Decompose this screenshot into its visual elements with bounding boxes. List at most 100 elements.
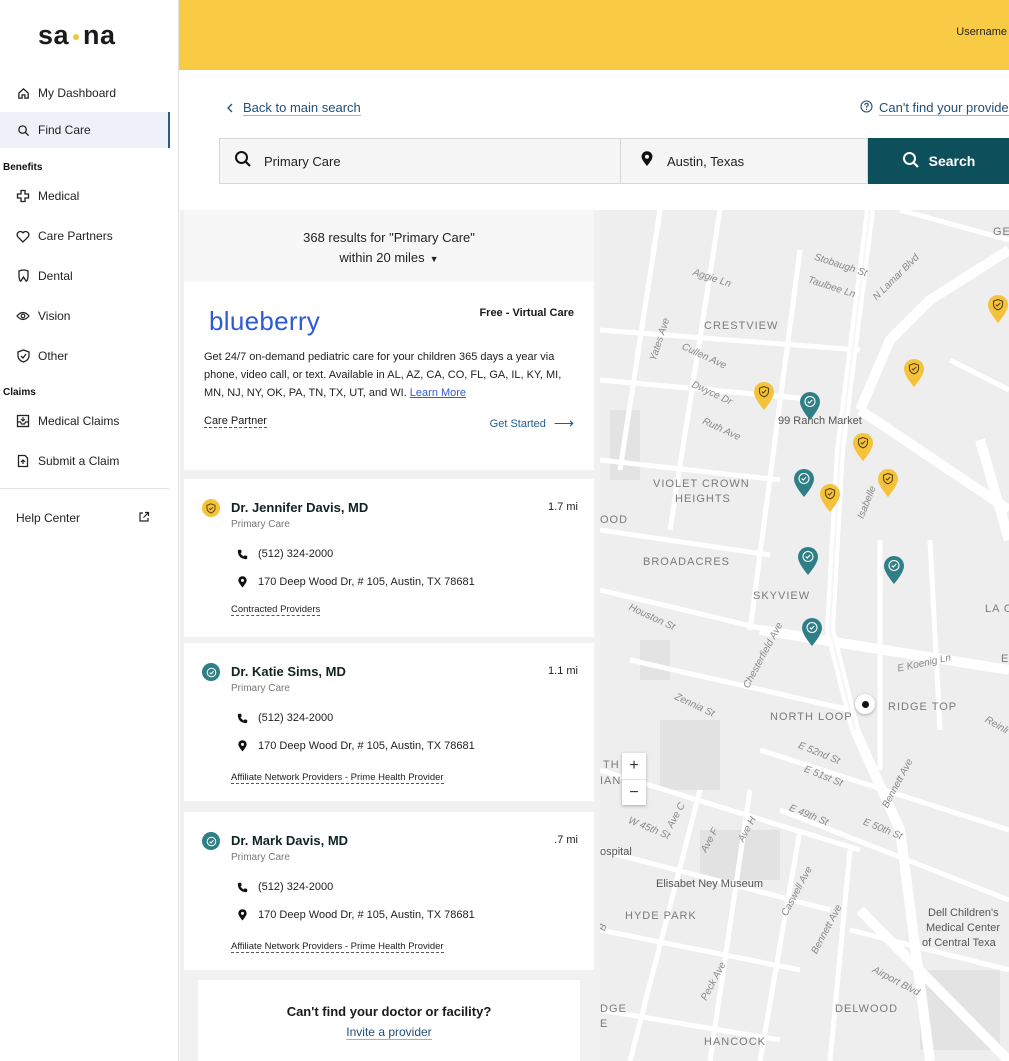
zoom-in-button[interactable]: + [622, 753, 646, 779]
sidebar-item-find-care[interactable]: Find Care [0, 112, 170, 148]
provider-card[interactable]: Dr. Jennifer Davis, MD Primary Care 1.7 … [184, 479, 594, 637]
chevron-left-icon [226, 101, 233, 116]
provider-distance: 1.7 mi [548, 501, 578, 513]
contracted-provider-marker[interactable] [819, 483, 841, 513]
phone-text: (512) 324-2000 [258, 712, 334, 724]
location-pin-icon [236, 909, 248, 921]
radius-dropdown[interactable]: within 20 miles ▼ [184, 248, 594, 269]
sidebar-item-dashboard[interactable]: My Dashboard [0, 75, 168, 111]
top-bar: Username [179, 0, 1009, 70]
search-icon [16, 123, 30, 137]
search-button[interactable]: Search [868, 138, 1009, 184]
map-label: GE [993, 226, 1009, 238]
affiliate-provider-marker[interactable] [793, 468, 815, 498]
sidebar-item-submit-claim[interactable]: Submit a Claim [0, 443, 168, 479]
provider-network-link[interactable]: Affiliate Network Providers - Prime Heal… [231, 941, 444, 953]
care-search-input[interactable] [264, 153, 564, 169]
heart-icon [16, 229, 30, 243]
sidebar-item-vision[interactable]: Vision [0, 298, 168, 334]
invite-question: Can't find your doctor or facility? [286, 1004, 492, 1019]
provider-name[interactable]: Dr. Jennifer Davis, MD [231, 500, 368, 515]
provider-phone[interactable]: (512) 324-2000 [236, 548, 333, 560]
phone-text: (512) 324-2000 [258, 548, 334, 560]
zoom-out-button[interactable]: − [622, 779, 646, 805]
map-label: HYDE PARK [625, 910, 697, 922]
provider-specialty: Primary Care [231, 852, 290, 863]
map-label: HEIGHTS [675, 493, 731, 505]
address-text: 170 Deep Wood Dr, # 105, Austin, TX 7868… [258, 576, 475, 588]
sidebar-item-medical[interactable]: Medical [0, 178, 168, 214]
results-panel[interactable]: 368 results for "Primary Care" within 20… [180, 210, 600, 1061]
location-input[interactable] [667, 153, 847, 169]
sidebar-item-medical-claims[interactable]: Medical Claims [0, 403, 168, 439]
cant-find-label: Can't find your provide [879, 100, 1009, 116]
contracted-badge-icon [202, 499, 220, 517]
provider-distance: 1.1 mi [548, 665, 578, 677]
radius-label: within 20 miles [339, 250, 425, 265]
care-search-field[interactable] [219, 138, 620, 184]
location-pin-icon [236, 740, 248, 752]
affiliate-provider-marker[interactable] [883, 555, 905, 585]
sidebar-item-dental[interactable]: Dental [0, 258, 168, 294]
cant-find-provider-link[interactable]: Can't find your provide [860, 100, 1009, 116]
sidebar-item-other[interactable]: Other [0, 338, 168, 374]
contracted-provider-marker[interactable] [877, 468, 899, 498]
sidebar-item-label: Medical [38, 189, 80, 203]
invite-provider-link[interactable]: Invite a provider [346, 1025, 432, 1040]
sidebar-item-label: Care Partners [38, 229, 113, 243]
sidebar-item-help-center[interactable]: Help Center [0, 500, 169, 536]
location-pin-icon [641, 150, 653, 172]
provider-network-link[interactable]: Affiliate Network Providers - Prime Heal… [231, 772, 444, 784]
affiliate-badge-icon [202, 663, 220, 681]
care-partner-label[interactable]: Care Partner [204, 415, 267, 428]
back-to-search-link[interactable]: Back to main search [226, 100, 361, 116]
external-link-icon [138, 511, 150, 526]
provider-card[interactable]: Dr. Mark Davis, MD Primary Care .7 mi (5… [184, 812, 594, 970]
provider-name[interactable]: Dr. Katie Sims, MD [231, 664, 346, 679]
arrow-right-icon: ⟶ [553, 415, 574, 431]
phone-icon [236, 549, 248, 560]
logo-dot [73, 33, 80, 40]
provider-name[interactable]: Dr. Mark Davis, MD [231, 833, 348, 848]
location-field[interactable] [620, 138, 868, 184]
current-location-marker [855, 694, 875, 714]
sana-logo[interactable]: sa na [38, 20, 116, 51]
section-benefits: Benefits [3, 162, 43, 173]
sidebar-item-care-partners[interactable]: Care Partners [0, 218, 168, 254]
sidebar-item-label: Other [38, 349, 69, 363]
search-button-label: Search [928, 153, 976, 169]
username-menu[interactable]: Username [956, 26, 1007, 38]
section-claims: Claims [3, 387, 36, 398]
contracted-provider-marker[interactable] [852, 432, 874, 462]
contracted-provider-marker[interactable] [753, 381, 775, 411]
zoom-controls: + − [622, 753, 646, 805]
affiliate-provider-marker[interactable] [797, 546, 819, 576]
question-circle-icon [860, 100, 873, 116]
affiliate-provider-marker[interactable] [799, 391, 821, 421]
provider-card[interactable]: Dr. Katie Sims, MD Primary Care 1.1 mi (… [184, 643, 594, 801]
contracted-provider-marker[interactable] [987, 294, 1009, 324]
map-label: CRESTVIEW [704, 320, 779, 332]
care-partner-card[interactable]: blueberry Free - Virtual Care Get 24/7 o… [184, 282, 594, 470]
caret-down-icon: ▼ [429, 254, 439, 264]
phone-text: (512) 324-2000 [258, 881, 334, 893]
poi-label: Medical Center [926, 922, 1000, 934]
medical-cross-icon [16, 189, 30, 203]
get-started-link[interactable]: Get Started ⟶ [490, 415, 574, 432]
sidebar-item-label: Vision [38, 309, 71, 323]
map-label: TH [603, 759, 620, 771]
provider-network-link[interactable]: Contracted Providers [231, 604, 321, 616]
contracted-provider-marker[interactable] [903, 358, 925, 388]
affiliate-provider-marker[interactable] [801, 617, 823, 647]
map-view[interactable]: CRESTVIEW VIOLET CROWN HEIGHTS BROADACRE… [600, 210, 1009, 1061]
map-label: E [600, 1018, 609, 1030]
inbox-icon [16, 414, 30, 428]
learn-more-link[interactable]: Learn More [410, 387, 466, 399]
provider-phone[interactable]: (512) 324-2000 [236, 881, 333, 893]
provider-specialty: Primary Care [231, 519, 290, 530]
map-label: DELWOOD [835, 1003, 899, 1015]
map-label: DGE [600, 1003, 627, 1015]
map-label: NORTH LOOP [770, 711, 853, 723]
provider-phone[interactable]: (512) 324-2000 [236, 712, 333, 724]
sidebar-item-label: Help Center [16, 511, 81, 525]
